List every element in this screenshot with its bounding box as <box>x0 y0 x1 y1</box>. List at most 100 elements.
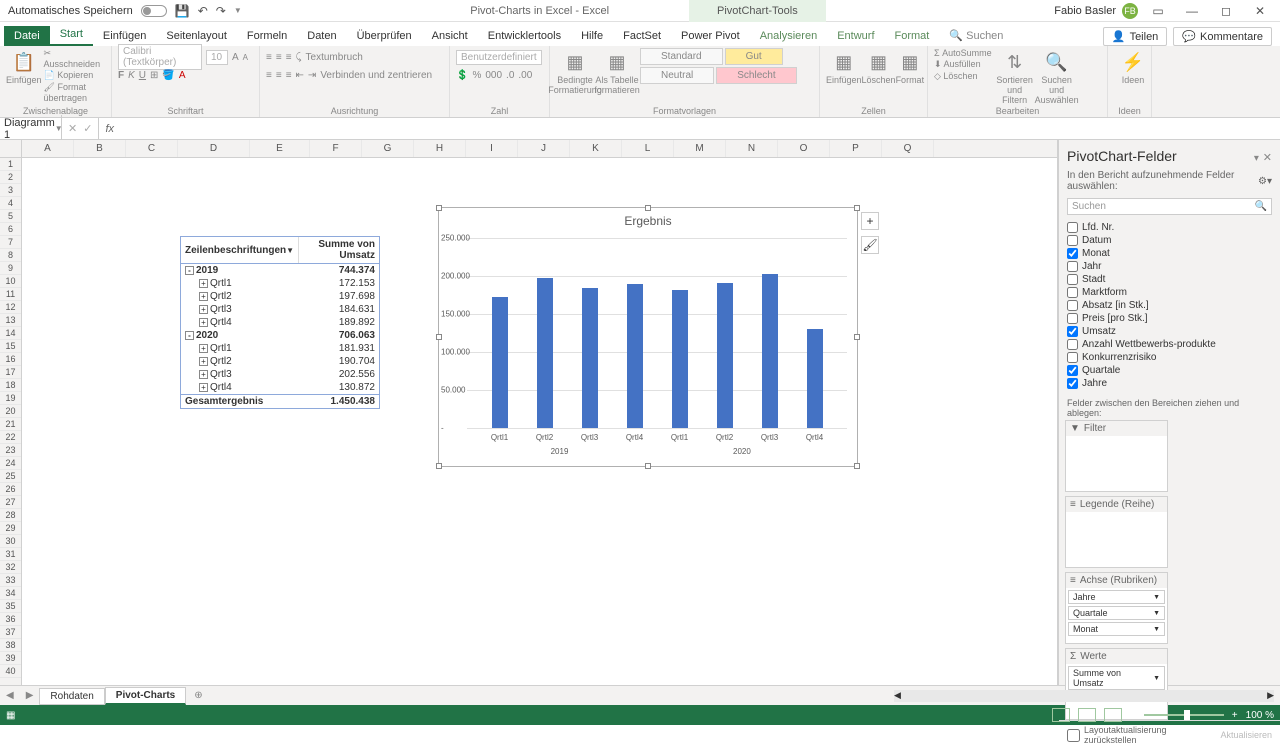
gear-icon[interactable]: ⚙▾ <box>1258 176 1272 187</box>
expand-collapse-icon[interactable]: + <box>199 318 208 327</box>
field-item[interactable]: Konkurrenzrisiko <box>1067 351 1272 364</box>
expand-collapse-icon[interactable]: - <box>185 331 194 340</box>
autosum-button[interactable]: Σ AutoSumme <box>934 48 992 58</box>
underline-icon[interactable]: U <box>139 70 146 81</box>
percent-icon[interactable]: % <box>472 70 481 81</box>
currency-icon[interactable]: 💲 <box>456 70 468 81</box>
indent-dec-icon[interactable]: ⇤ <box>296 70 304 81</box>
pivot-row[interactable]: +Qrtl4130.872 <box>181 381 379 394</box>
resize-handle[interactable] <box>645 205 651 211</box>
col-header[interactable]: N <box>726 140 778 157</box>
style-standard[interactable]: Standard <box>640 48 723 65</box>
resize-handle[interactable] <box>854 205 860 211</box>
sheet-tab-pivot-charts[interactable]: Pivot-Charts <box>105 687 186 705</box>
chart-elements-icon[interactable]: + <box>861 212 879 230</box>
fx-icon[interactable]: fx <box>99 123 120 135</box>
field-checkbox[interactable] <box>1067 248 1078 259</box>
shrink-font-icon[interactable]: A <box>243 53 248 62</box>
tab-powerpivot[interactable]: Power Pivot <box>671 26 750 46</box>
row-headers[interactable]: 1234567891011121314151617181920212223242… <box>0 158 22 685</box>
col-header[interactable]: H <box>414 140 466 157</box>
row-header[interactable]: 10 <box>0 275 21 288</box>
tab-data[interactable]: Daten <box>297 26 346 46</box>
user-name[interactable]: Fabio Basler <box>1054 5 1116 17</box>
sheet-tab-rohdaten[interactable]: Rohdaten <box>39 688 104 705</box>
col-header[interactable]: B <box>74 140 126 157</box>
row-header[interactable]: 39 <box>0 652 21 665</box>
save-icon[interactable]: 💾 <box>175 4 190 18</box>
field-item[interactable]: Lfd. Nr. <box>1067 221 1272 234</box>
row-header[interactable]: 15 <box>0 340 21 353</box>
chart-bar[interactable] <box>627 284 643 428</box>
autosave-toggle[interactable] <box>141 5 167 17</box>
resize-handle[interactable] <box>645 463 651 469</box>
field-checkbox[interactable] <box>1067 365 1078 376</box>
row-header[interactable]: 35 <box>0 600 21 613</box>
comments-button[interactable]: 💬 Kommentare <box>1173 27 1272 46</box>
field-checkbox[interactable] <box>1067 235 1078 246</box>
row-header[interactable]: 26 <box>0 483 21 496</box>
field-item[interactable]: Marktform <box>1067 286 1272 299</box>
tab-view[interactable]: Ansicht <box>422 26 478 46</box>
qat-dropdown-icon[interactable]: ▼ <box>234 6 242 15</box>
tab-start[interactable]: Start <box>50 24 93 46</box>
row-header[interactable]: 7 <box>0 236 21 249</box>
font-size-input[interactable]: 10 <box>206 50 228 65</box>
share-button[interactable]: 👤 Teilen <box>1103 27 1167 46</box>
col-header[interactable]: J <box>518 140 570 157</box>
pivot-table[interactable]: Zeilenbeschriftungen▼ Summe von Umsatz -… <box>180 236 380 409</box>
field-checkbox[interactable] <box>1067 222 1078 233</box>
field-checkbox[interactable] <box>1067 352 1078 363</box>
tab-help[interactable]: Hilfe <box>571 26 613 46</box>
row-header[interactable]: 25 <box>0 470 21 483</box>
chart-title[interactable]: Ergebnis <box>439 208 857 234</box>
format-cells-button[interactable]: ▦Format <box>896 48 925 85</box>
row-header[interactable]: 20 <box>0 405 21 418</box>
bold-icon[interactable]: F <box>118 70 124 81</box>
row-header[interactable]: 34 <box>0 587 21 600</box>
field-item[interactable]: Jahre <box>1067 377 1272 390</box>
tab-file[interactable]: Datei <box>4 26 50 46</box>
field-checkbox[interactable] <box>1067 300 1078 311</box>
field-item[interactable]: Datum <box>1067 234 1272 247</box>
align-mid-icon[interactable]: ≡ <box>276 52 282 63</box>
inc-decimal-icon[interactable]: .0 <box>506 70 514 81</box>
tab-design[interactable]: Entwurf <box>827 26 884 46</box>
row-header[interactable]: 12 <box>0 301 21 314</box>
expand-collapse-icon[interactable]: + <box>199 357 208 366</box>
resize-handle[interactable] <box>854 334 860 340</box>
align-center-icon[interactable]: ≡ <box>276 70 282 81</box>
pivot-row[interactable]: +Qrtl3202.556 <box>181 368 379 381</box>
cond-format-button[interactable]: ▦Bedingte Formatierung <box>556 48 594 95</box>
col-header[interactable]: K <box>570 140 622 157</box>
col-header[interactable]: E <box>250 140 310 157</box>
maximize-icon[interactable]: ◻ <box>1212 0 1240 22</box>
row-header[interactable]: 30 <box>0 535 21 548</box>
cut-button[interactable]: ✂ Ausschneiden <box>44 48 105 69</box>
fill-color-icon[interactable]: 🪣 <box>162 70 174 81</box>
expand-collapse-icon[interactable]: + <box>199 305 208 314</box>
indent-inc-icon[interactable]: ⇥ <box>308 70 316 81</box>
name-box[interactable]: Diagramm 1▼ <box>0 115 62 143</box>
zone-axis[interactable]: ≡ Achse (Rubriken)Jahre▼Quartale▼Monat▼ <box>1065 572 1168 644</box>
row-header[interactable]: 29 <box>0 522 21 535</box>
tab-factset[interactable]: FactSet <box>613 26 671 46</box>
col-header[interactable]: G <box>362 140 414 157</box>
row-header[interactable]: 8 <box>0 249 21 262</box>
row-header[interactable]: 5 <box>0 210 21 223</box>
field-checkbox[interactable] <box>1067 261 1078 272</box>
row-header[interactable]: 17 <box>0 366 21 379</box>
col-header[interactable]: L <box>622 140 674 157</box>
expand-collapse-icon[interactable]: + <box>199 344 208 353</box>
tab-pagelayout[interactable]: Seitenlayout <box>156 26 237 46</box>
row-header[interactable]: 2 <box>0 171 21 184</box>
chart-bar[interactable] <box>717 283 733 428</box>
fieldlist-close-icon[interactable]: ✕ <box>1263 152 1272 164</box>
dec-decimal-icon[interactable]: .00 <box>518 70 532 81</box>
chart-bar[interactable] <box>492 297 508 428</box>
row-header[interactable]: 21 <box>0 418 21 431</box>
style-neutral[interactable]: Neutral <box>640 67 714 84</box>
field-item[interactable]: Quartale <box>1067 364 1272 377</box>
row-header[interactable]: 24 <box>0 457 21 470</box>
find-select-button[interactable]: 🔍Suchen und Auswählen <box>1038 48 1076 105</box>
